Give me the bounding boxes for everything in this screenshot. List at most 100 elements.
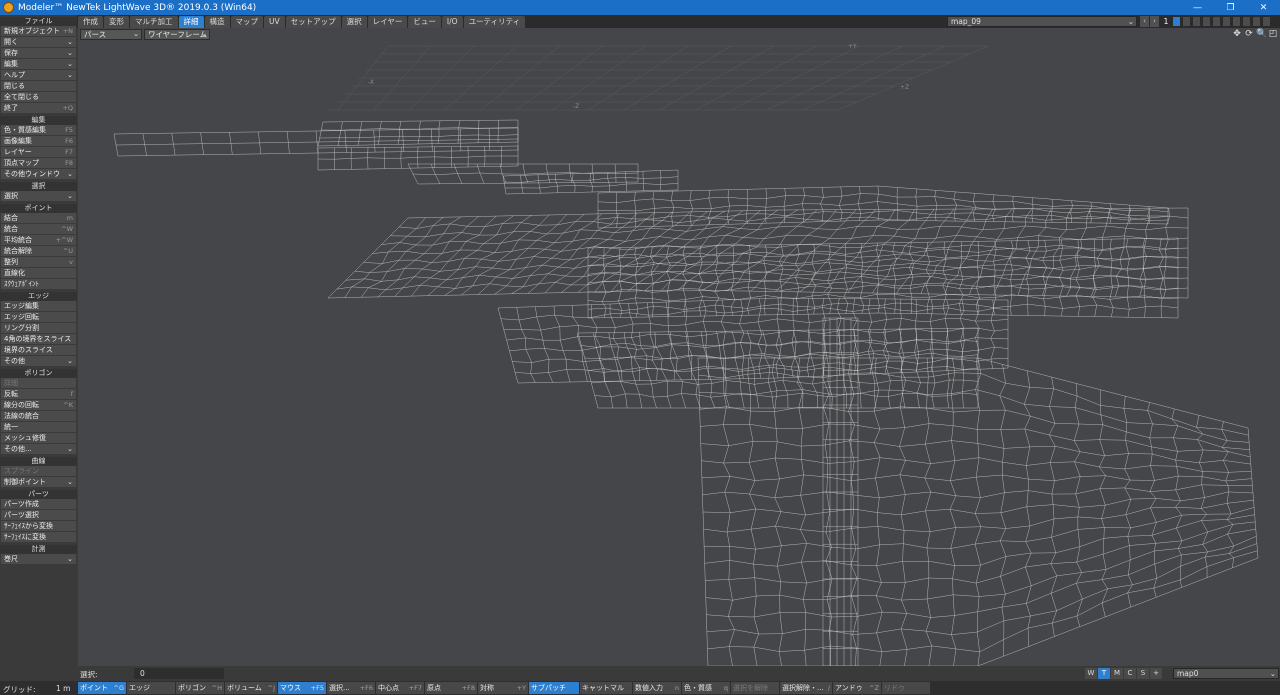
- tool-button-file-0[interactable]: 新規オブジェクト +N: [1, 26, 76, 37]
- mode-button-9[interactable]: サブパッチ: [529, 682, 579, 694]
- tool-button-parts-0[interactable]: パーツ作成: [1, 499, 76, 510]
- tool-button-polygon-0[interactable]: 詳細: [1, 378, 76, 389]
- tool-button-edit-2[interactable]: レイヤー F7: [1, 147, 76, 158]
- mode-button-3[interactable]: ボリューム ^J: [225, 682, 277, 694]
- layer-box[interactable]: [1192, 16, 1201, 27]
- tool-button-file-6[interactable]: 全て閉じる: [1, 92, 76, 103]
- render-mode-select[interactable]: ワイヤーフレーム ⌄: [144, 29, 210, 40]
- tool-button-point-6[interactable]: ｽｸｳｪｱﾎﾟｲﾝﾄ: [1, 279, 76, 290]
- tool-button-file-1[interactable]: 開く ⌄: [1, 37, 76, 48]
- mode-button-2[interactable]: ポリゴン ^H: [176, 682, 224, 694]
- tool-button-polygon-6[interactable]: その他... ⌄: [1, 444, 76, 455]
- tool-button-point-3[interactable]: 統合解除 ^U: [1, 246, 76, 257]
- zoom-view-icon[interactable]: 🔍: [1256, 29, 1267, 39]
- tool-button-file-2[interactable]: 保存 ⌄: [1, 48, 76, 59]
- tool-button-polygon-3[interactable]: 法線の統合: [1, 411, 76, 422]
- tool-button-parts-2[interactable]: ｻｰﾌｪｲｽから変換: [1, 521, 76, 532]
- tab-8[interactable]: 選択: [341, 16, 367, 28]
- layer-box[interactable]: [1252, 16, 1261, 27]
- tab-5[interactable]: マップ: [230, 16, 263, 28]
- tool-button-file-3[interactable]: 編集 ⌄: [1, 59, 76, 70]
- tab-2[interactable]: マルチ加工: [130, 16, 178, 28]
- tool-button-file-4[interactable]: ヘルプ ⌄: [1, 70, 76, 81]
- tab-6[interactable]: UV: [264, 16, 285, 28]
- tab-11[interactable]: I/O: [441, 16, 463, 28]
- layer-box[interactable]: [1242, 16, 1251, 27]
- object-select[interactable]: map_09 ⌄: [947, 16, 1137, 27]
- vmap-select[interactable]: map0 ⌄: [1173, 668, 1279, 679]
- tool-button-point-2[interactable]: 平均統合 +^W: [1, 235, 76, 246]
- tool-button-edit-1[interactable]: 画像編集 F6: [1, 136, 76, 147]
- mode-button-15[interactable]: アンドゥ ^Z: [833, 682, 881, 694]
- vmap-button-3[interactable]: C: [1124, 668, 1136, 679]
- vmap-button-4[interactable]: S: [1137, 668, 1149, 679]
- tool-button-curve-1[interactable]: 制御ポイント ⌄: [1, 477, 76, 488]
- tool-button-polygon-4[interactable]: 統一: [1, 422, 76, 433]
- layer-box[interactable]: [1232, 16, 1241, 27]
- tool-button-edge-1[interactable]: エッジ回転: [1, 312, 76, 323]
- tool-button-edit-3[interactable]: 頂点マップ F8: [1, 158, 76, 169]
- layer-box[interactable]: [1212, 16, 1221, 27]
- tool-button-point-5[interactable]: 直線化: [1, 268, 76, 279]
- tool-button-polygon-1[interactable]: 反転 f: [1, 389, 76, 400]
- tool-button-point-1[interactable]: 統合 ^W: [1, 224, 76, 235]
- mode-button-13[interactable]: 選択を解除: [731, 682, 779, 694]
- view-type-select[interactable]: パース ⌄: [80, 29, 142, 40]
- layer-box[interactable]: [1222, 16, 1231, 27]
- tool-button-polygon-5[interactable]: メッシュ修復: [1, 433, 76, 444]
- tab-1[interactable]: 変形: [104, 16, 129, 28]
- tool-button-file-5[interactable]: 閉じる: [1, 81, 76, 92]
- close-icon[interactable]: ✕: [1247, 0, 1280, 15]
- vmap-button-5[interactable]: +: [1150, 668, 1162, 679]
- mode-button-14[interactable]: 選択解除・... /: [780, 682, 832, 694]
- tool-button-file-7[interactable]: 終了 +Q: [1, 103, 76, 114]
- layer-next-button[interactable]: ›: [1150, 16, 1159, 27]
- tab-9[interactable]: レイヤー: [367, 16, 408, 28]
- maximize-icon[interactable]: ❐: [1214, 0, 1247, 15]
- move-view-icon[interactable]: ✥: [1232, 29, 1242, 39]
- tool-button-measure-0[interactable]: 巻尺 ⌄: [1, 554, 76, 565]
- tab-10[interactable]: ビュー: [408, 16, 441, 28]
- mode-button-7[interactable]: 原点 +F8: [425, 682, 477, 694]
- rotate-view-icon[interactable]: ⟳: [1244, 29, 1254, 39]
- vmap-button-2[interactable]: M: [1111, 668, 1123, 679]
- tab-0[interactable]: 作成: [78, 16, 103, 28]
- mode-button-1[interactable]: エッジ: [127, 682, 175, 694]
- layer-box[interactable]: [1202, 16, 1211, 27]
- tool-button-edge-5[interactable]: その他 ⌄: [1, 356, 76, 367]
- tool-button-edge-2[interactable]: リング分割: [1, 323, 76, 334]
- tool-button-point-4[interactable]: 整列 v: [1, 257, 76, 268]
- mode-button-0[interactable]: ポイント ^G: [78, 682, 126, 694]
- minimize-icon[interactable]: —: [1181, 0, 1214, 15]
- vmap-button-0[interactable]: W: [1085, 668, 1097, 679]
- tool-button-edge-0[interactable]: エッジ編集: [1, 301, 76, 312]
- mode-button-12[interactable]: 色・質感 q: [682, 682, 730, 694]
- perspective-viewport[interactable]: +Y -X +Z -Z パース ⌄ ワイヤーフレーム ⌄ ✥ ⟳ 🔍 ◰: [78, 28, 1280, 666]
- mode-button-4[interactable]: マウス +F5: [278, 682, 326, 694]
- wireframe-canvas[interactable]: +Y -X +Z -Z: [78, 28, 1280, 666]
- mode-button-10[interactable]: キャットマル: [580, 682, 632, 694]
- tool-button-edge-4[interactable]: 境界のスライス: [1, 345, 76, 356]
- tab-12[interactable]: ユーティリティ: [463, 16, 526, 28]
- tool-button-select-0[interactable]: 選択 ⌄: [1, 191, 76, 202]
- tab-3[interactable]: 詳細: [178, 16, 204, 28]
- mode-button-5[interactable]: 選択... +F6: [327, 682, 375, 694]
- tab-4[interactable]: 構造: [204, 16, 230, 28]
- tool-button-edge-3[interactable]: 4角の境界をスライス: [1, 334, 76, 345]
- vmap-button-1[interactable]: T: [1098, 668, 1110, 679]
- layer-box[interactable]: [1182, 16, 1191, 27]
- tab-7[interactable]: セットアップ: [285, 16, 341, 28]
- layer-prev-button[interactable]: ‹: [1140, 16, 1149, 27]
- layer-box[interactable]: [1172, 16, 1181, 27]
- model-wireframe[interactable]: [113, 119, 1259, 666]
- tool-button-polygon-2[interactable]: 線分の回転 ^K: [1, 400, 76, 411]
- tool-button-parts-1[interactable]: パーツ選択: [1, 510, 76, 521]
- mode-button-11[interactable]: 数値入力 n: [633, 682, 681, 694]
- mode-button-6[interactable]: 中心点 +F7: [376, 682, 424, 694]
- tool-button-point-0[interactable]: 結合 m: [1, 213, 76, 224]
- tool-button-edit-0[interactable]: 色・質感編集 F5: [1, 125, 76, 136]
- mode-button-8[interactable]: 対称 +Y: [478, 682, 528, 694]
- tool-button-parts-3[interactable]: ｻｰﾌｪｲｽに変換: [1, 532, 76, 543]
- mode-button-16[interactable]: リドゥ: [882, 682, 930, 694]
- maximize-view-icon[interactable]: ◰: [1268, 29, 1278, 39]
